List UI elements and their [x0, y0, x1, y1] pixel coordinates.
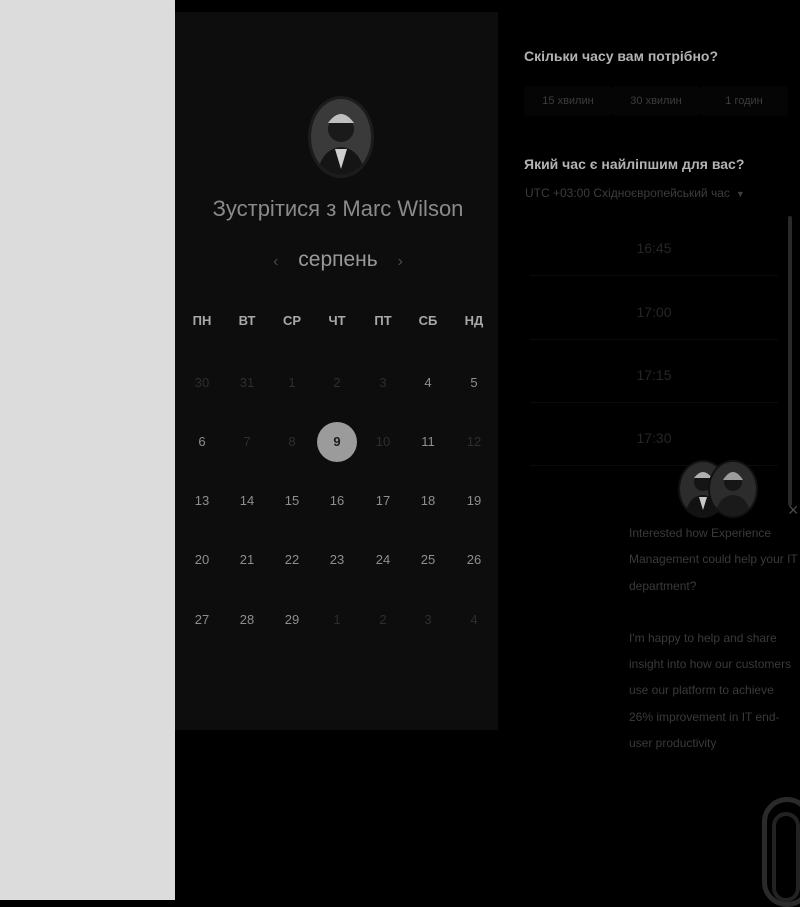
calendar-day[interactable]: 15	[272, 481, 312, 521]
calendar-day: 8	[288, 434, 296, 449]
close-icon[interactable]: ×	[788, 500, 800, 520]
left-margin-area	[0, 0, 175, 900]
host-avatar	[308, 96, 374, 178]
prev-month-icon[interactable]: ‹	[259, 253, 292, 270]
duration-question: Скільки часу вам потрібно?	[524, 48, 719, 64]
calendar-day: 30	[194, 375, 210, 390]
time-question: Який час є найліпшим для вас?	[524, 156, 745, 172]
duration-15-button[interactable]: 15 хвилин	[524, 86, 612, 116]
calendar-day: 10	[375, 434, 391, 449]
weekday-label: ПН	[192, 313, 212, 328]
calendar-day[interactable]: 11	[408, 422, 448, 462]
chat-avatar-2	[708, 460, 758, 518]
calendar-day[interactable]: 6	[182, 422, 222, 462]
calendar-day[interactable]: 25	[408, 540, 448, 580]
time-slot[interactable]: 16:45	[530, 221, 778, 276]
weekday-label: ЧТ	[328, 313, 346, 328]
calendar-day[interactable]: 21	[227, 540, 267, 580]
time-slot[interactable]: 17:15	[530, 348, 778, 403]
weekday-label: СР	[282, 313, 302, 328]
calendar-day[interactable]: 5	[454, 363, 494, 403]
calendar-day: 7	[243, 434, 251, 449]
weekday-label: СБ	[418, 313, 438, 328]
calendar-day-selected[interactable]: 9	[317, 422, 357, 462]
calendar-day[interactable]: 20	[182, 540, 222, 580]
calendar-day[interactable]: 13	[182, 481, 222, 521]
chat-avatars	[676, 460, 758, 518]
time-slot[interactable]: 17:00	[530, 285, 778, 340]
weekday-label: ПТ	[374, 313, 392, 328]
month-navigation: ‹ серпень ›	[190, 248, 486, 272]
weekday-label: НД	[464, 313, 484, 328]
time-slots-scrollbar[interactable]	[788, 216, 792, 506]
calendar-day[interactable]: 22	[272, 540, 312, 580]
calendar-day: 3	[379, 375, 387, 390]
calendar-day[interactable]: 18	[408, 481, 448, 521]
chevron-down-icon: ▼	[735, 189, 745, 199]
calendar-day: 1	[333, 612, 341, 627]
calendar-day[interactable]: 17	[363, 481, 403, 521]
chat-message: Interested how Experience Management cou…	[629, 520, 799, 782]
month-label: серпень	[298, 248, 378, 271]
meeting-title: Зустрітися з Marc Wilson	[212, 196, 464, 221]
calendar-day: 4	[470, 612, 478, 627]
chat-launcher-icon	[772, 812, 800, 902]
calendar-day[interactable]: 19	[454, 481, 494, 521]
weekday-label: ВТ	[238, 313, 256, 328]
calendar-day[interactable]: 26	[454, 540, 494, 580]
calendar-day[interactable]: 4	[408, 363, 448, 403]
calendar-day: 31	[239, 375, 255, 390]
time-slot[interactable]: 17:30	[530, 411, 778, 466]
calendar-day: 12	[466, 434, 482, 449]
duration-60-button[interactable]: 1 годин	[700, 86, 788, 116]
calendar-day[interactable]: 28	[227, 600, 267, 640]
chat-message-line-1: Interested how Experience Management cou…	[629, 526, 798, 593]
calendar-day[interactable]: 27	[182, 600, 222, 640]
timezone-dropdown[interactable]: UTC +03:00 Східноєвропейський час ▼	[525, 186, 745, 200]
duration-30-button[interactable]: 30 хвилин	[612, 86, 700, 116]
calendar-day: 3	[424, 612, 432, 627]
calendar-day[interactable]: 14	[227, 481, 267, 521]
chat-message-line-2: I'm happy to help and share insight into…	[629, 630, 792, 751]
calendar-day: 2	[333, 375, 341, 390]
calendar-day[interactable]: 16	[317, 481, 357, 521]
calendar-day[interactable]: 24	[363, 540, 403, 580]
calendar-day[interactable]: 23	[317, 540, 357, 580]
next-month-icon[interactable]: ›	[384, 253, 417, 270]
timezone-label: UTC +03:00 Східноєвропейський час	[525, 186, 730, 200]
calendar-day: 1	[288, 375, 296, 390]
calendar-day[interactable]: 29	[272, 600, 312, 640]
calendar-day: 2	[379, 612, 387, 627]
